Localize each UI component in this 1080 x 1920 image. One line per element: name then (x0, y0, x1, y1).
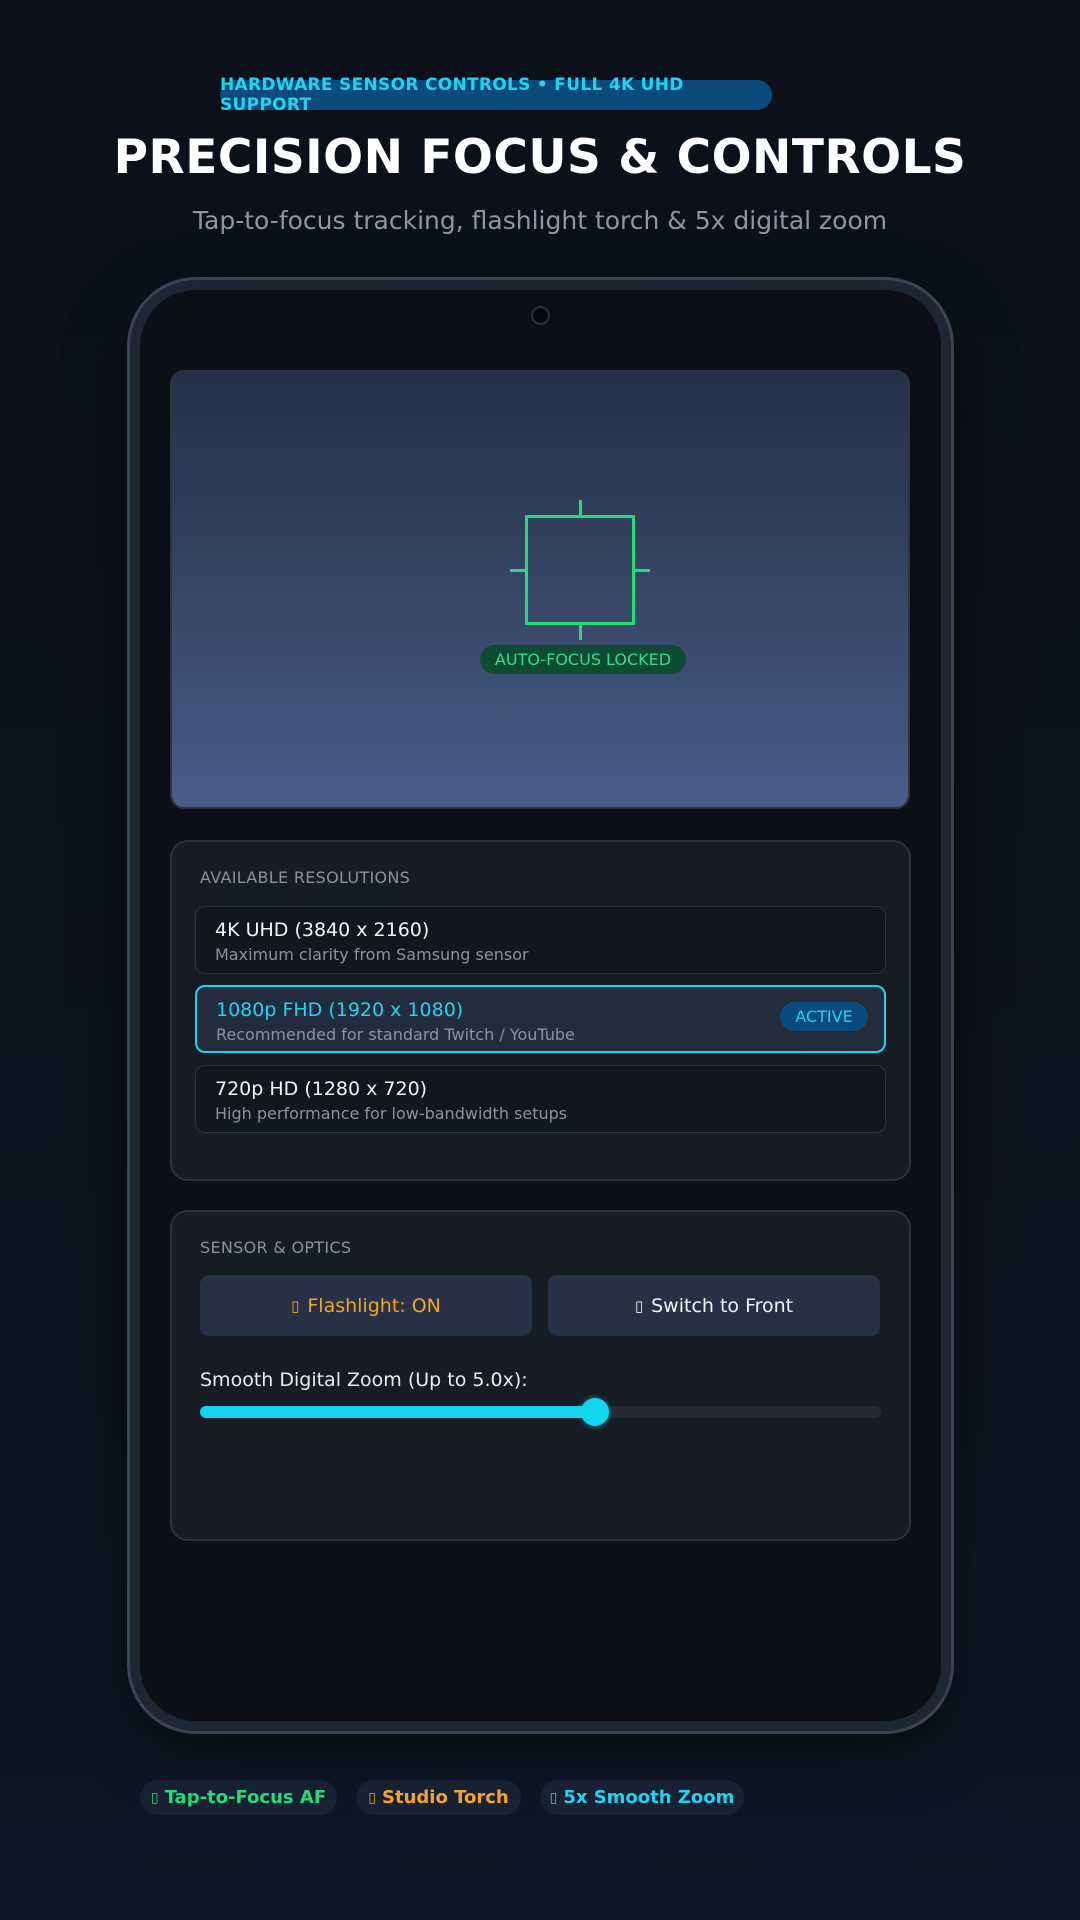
sensor-heading: SENSOR & OPTICS (200, 1238, 352, 1257)
active-badge: ACTIVE (780, 1002, 868, 1031)
zoom-label: Smooth Digital Zoom (Up to 5.0x): (200, 1369, 528, 1391)
flashlight-icon: ▯ (291, 1296, 300, 1315)
resolution-subtitle: Maximum clarity from Samsung sensor (215, 945, 529, 964)
zoom-slider-thumb[interactable] (580, 1398, 609, 1426)
switch-camera-label: Switch to Front (651, 1294, 794, 1317)
zoom-slider-fill (200, 1406, 595, 1418)
resolutions-heading: AVAILABLE RESOLUTIONS (200, 868, 411, 887)
feature-pill-torch: ▯ Studio Torch (356, 1780, 521, 1815)
resolution-title: 4K UHD (3840 x 2160) (215, 919, 430, 941)
flashlight-toggle-button[interactable]: ▯ Flashlight: ON (200, 1275, 532, 1336)
resolution-subtitle: High performance for low-bandwidth setup… (215, 1104, 568, 1123)
resolution-option-4k[interactable]: 4K UHD (3840 x 2160) Maximum clarity fro… (195, 906, 886, 974)
resolution-title: 720p HD (1280 x 720) (215, 1078, 428, 1100)
hero-badge: HARDWARE SENSOR CONTROLS • FULL 4K UHD S… (220, 75, 772, 115)
reticle-tick-left (510, 569, 526, 572)
feature-pill-focus: ▯ Tap-to-Focus AF (140, 1780, 337, 1815)
front-camera-icon (531, 306, 550, 325)
focus-icon: ▯ (150, 1789, 159, 1806)
zoom-slider[interactable] (200, 1398, 881, 1426)
resolution-option-1080p[interactable]: 1080p FHD (1920 x 1080) Recommended for … (195, 985, 886, 1053)
resolution-option-720p[interactable]: 720p HD (1280 x 720) High performance fo… (195, 1065, 886, 1133)
page-title: PRECISION FOCUS & CONTROLS (113, 130, 967, 185)
feature-label: Studio Torch (382, 1787, 509, 1808)
autofocus-status-badge: AUTO-FOCUS LOCKED (480, 645, 686, 674)
switch-camera-button[interactable]: ▯ Switch to Front (548, 1275, 880, 1336)
reticle-tick-right (634, 569, 650, 572)
reticle-tick-bottom (579, 624, 582, 640)
focus-reticle-icon (525, 515, 635, 625)
page-subtitle: Tap-to-focus tracking, flashlight torch … (192, 206, 888, 235)
reticle-tick-top (579, 500, 582, 516)
feature-label: 5x Smooth Zoom (563, 1787, 735, 1808)
flashlight-label: Flashlight: ON (307, 1294, 441, 1317)
zoom-icon: ▯ (549, 1789, 558, 1806)
feature-pill-zoom: ▯ 5x Smooth Zoom (540, 1780, 744, 1815)
resolution-subtitle: Recommended for standard Twitch / YouTub… (216, 1025, 575, 1044)
torch-icon: ▯ (368, 1789, 377, 1806)
feature-label: Tap-to-Focus AF (164, 1787, 327, 1808)
camera-switch-icon: ▯ (634, 1296, 644, 1315)
